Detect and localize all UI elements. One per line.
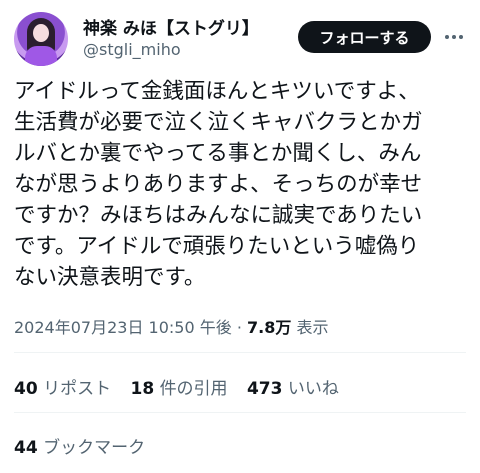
follow-button[interactable]: フォローする: [298, 21, 431, 53]
quotes-stat[interactable]: 18 件の引用: [130, 379, 232, 399]
user-handle[interactable]: @stgli_miho: [83, 40, 181, 59]
tweet-text: アイドルって金銭面ほんとキツいですよ、 生活費が必要で泣く泣くキャバクラとかガ …: [14, 76, 466, 293]
tweet-line: ルバとか裏でやってる事とか聞くし、みん: [14, 141, 422, 166]
reposts-count: 40: [14, 379, 38, 399]
tweet-header: 神楽 みほ【ストグリ】 @stgli_miho フォローする: [14, 12, 466, 66]
tweet-line: です。アイドルで頑張りたいという嘘偽り: [14, 234, 420, 259]
likes-label: いいね: [287, 379, 339, 399]
avatar-body: [25, 46, 57, 66]
quotes-label: 件の引用: [159, 379, 228, 399]
display-name[interactable]: 神楽 みほ【ストグリ】: [83, 14, 259, 39]
bookmarks-stat[interactable]: 44 ブックマーク: [14, 433, 145, 458]
engagement-stats: 40 リポスト 18 件の引用 473 いいね: [14, 374, 353, 399]
tweet-line: アイドルって金銭面ほんとキツいですよ、: [14, 79, 420, 104]
bookmarks-label: ブックマーク: [43, 438, 146, 458]
tweet-line: なが思うよりありますよ、そっちのが幸せ: [14, 172, 423, 197]
tweet-timestamp[interactable]: 2024年07月23日 10:50 午後: [14, 318, 232, 337]
avatar-face: [33, 24, 49, 42]
bookmarks-count: 44: [14, 438, 38, 458]
tweet-line: ですか？みほちはみんなに誠実でありたい: [14, 203, 423, 228]
views-count: 7.8万: [247, 318, 292, 337]
tweet-meta: 2024年07月23日 10:50 午後 · 7.8万 表示: [14, 314, 328, 338]
more-horizontal-icon[interactable]: [441, 24, 467, 50]
likes-count: 473: [246, 379, 283, 399]
avatar[interactable]: [14, 12, 68, 66]
likes-stat[interactable]: 473 いいね: [247, 379, 339, 399]
divider: [14, 412, 466, 413]
reposts-stat[interactable]: 40 リポスト: [14, 379, 116, 399]
tweet-line: ない決意表明です。: [14, 265, 206, 290]
views-label: 表示: [296, 318, 329, 337]
meta-separator: ·: [236, 318, 242, 337]
quotes-count: 18: [130, 379, 155, 399]
reposts-label: リポスト: [43, 379, 112, 399]
more-dots-svg: [445, 35, 463, 39]
divider: [14, 352, 466, 353]
tweet-line: 生活費が必要で泣く泣くキャバクラとかガ: [14, 110, 423, 135]
